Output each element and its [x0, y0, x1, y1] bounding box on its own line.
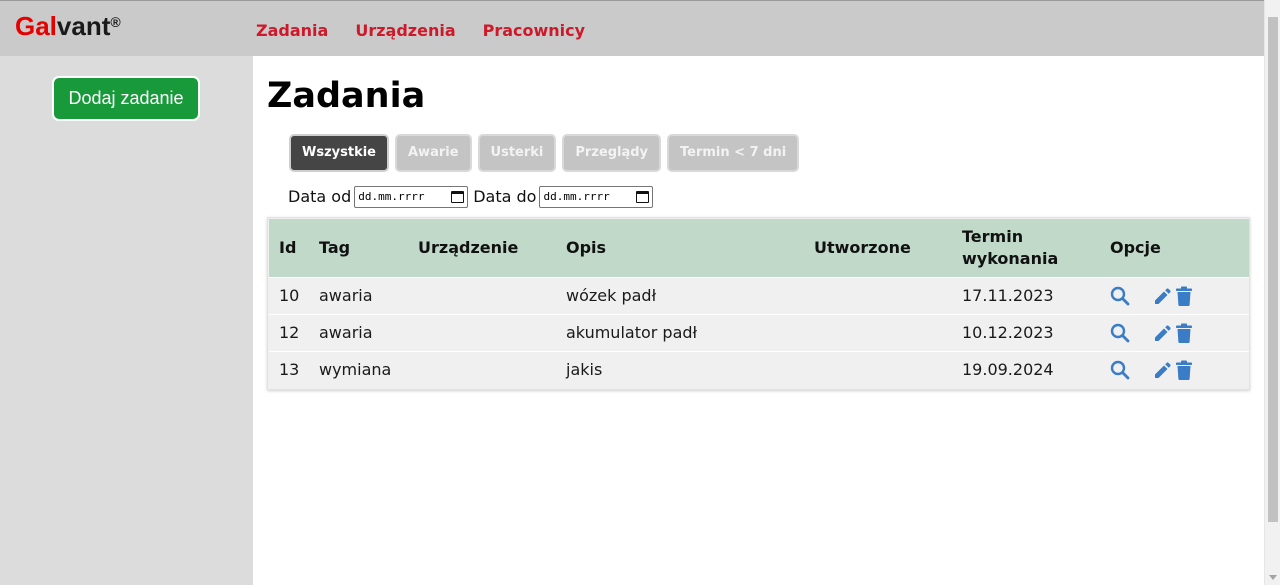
- filter-tabs: Wszystkie Awarie Usterki Przeglądy Termi…: [289, 134, 800, 172]
- add-task-button[interactable]: Dodaj zadanie: [52, 76, 200, 121]
- row-options: [1110, 286, 1249, 306]
- calendar-icon[interactable]: [451, 191, 465, 203]
- page-title: Zadania: [267, 76, 426, 116]
- column-header-created: Utworzone: [814, 237, 911, 257]
- date-to-placeholder: dd.mm.rrrr: [543, 190, 610, 203]
- column-header-deadline: Termin wykonania: [962, 226, 1059, 268]
- cell-description: wózek padł: [566, 285, 657, 305]
- cell-tag: wymiana: [319, 359, 392, 379]
- date-range-filter: Data od dd.mm.rrrr Data do dd.mm.rrrr: [288, 185, 658, 209]
- cell-tag: awaria: [319, 322, 373, 342]
- column-header-options: Opcje: [1110, 237, 1161, 257]
- search-icon[interactable]: [1110, 360, 1130, 380]
- filter-faults-button[interactable]: Usterki: [477, 134, 557, 172]
- filter-failures-button[interactable]: Awarie: [395, 134, 472, 172]
- cell-deadline: 19.09.2024: [962, 359, 1054, 379]
- cell-deadline: 17.11.2023: [962, 285, 1054, 305]
- cell-description: akumulator padł: [566, 322, 698, 342]
- cell-device: [408, 277, 556, 314]
- cell-created: [804, 351, 952, 388]
- trash-icon[interactable]: [1175, 323, 1193, 343]
- filter-deadline-button[interactable]: Termin < 7 dni: [667, 134, 800, 172]
- nav-link-zadania[interactable]: Zadania: [256, 20, 328, 42]
- cell-id: 10: [279, 285, 300, 305]
- scrollbar-thumb[interactable]: [1268, 17, 1278, 522]
- calendar-icon[interactable]: [636, 191, 650, 203]
- cell-deadline: 10.12.2023: [962, 322, 1054, 342]
- cell-tag: awaria: [319, 285, 373, 305]
- edit-icon[interactable]: [1152, 323, 1172, 343]
- vertical-scrollbar[interactable]: [1264, 0, 1280, 585]
- top-bar: Galvant® Zadania Urządzenia Pracownicy: [0, 0, 1264, 56]
- date-from-input[interactable]: dd.mm.rrrr: [354, 186, 469, 208]
- filter-all-button[interactable]: Wszystkie: [289, 134, 389, 172]
- cell-options: [1100, 314, 1249, 351]
- column-header-device: Urządzenie: [418, 237, 519, 257]
- logo-dark-part: vant: [56, 11, 111, 41]
- cell-id: 13: [279, 359, 300, 379]
- date-from-label: Data od: [288, 187, 352, 206]
- scroll-down-arrow-icon[interactable]: [1269, 575, 1277, 580]
- cell-created: [804, 277, 952, 314]
- filter-inspections-button[interactable]: Przeglądy: [562, 134, 662, 172]
- edit-icon[interactable]: [1152, 360, 1172, 380]
- trash-icon[interactable]: [1175, 360, 1193, 380]
- logo: Galvant®: [15, 11, 121, 41]
- date-to-label: Data do: [473, 187, 537, 206]
- cell-device: [408, 351, 556, 388]
- nav-link-pracownicy[interactable]: Pracownicy: [483, 20, 585, 42]
- search-icon[interactable]: [1110, 286, 1130, 306]
- row-options: [1110, 360, 1249, 380]
- edit-icon[interactable]: [1152, 286, 1172, 306]
- cell-created: [804, 314, 952, 351]
- table-header-row: Id Tag Urządzenie Opis Utworzone Termin …: [269, 219, 1249, 277]
- table-row: 10 awaria wózek padł 17.11.2023: [269, 277, 1249, 314]
- logo-red-part: Gal: [15, 11, 57, 41]
- cell-options: [1100, 351, 1249, 388]
- column-header-description: Opis: [566, 237, 607, 257]
- search-icon[interactable]: [1110, 323, 1130, 343]
- table-row: 12 awaria akumulator padł 10.12.2023: [269, 314, 1249, 351]
- app-page: Galvant® Zadania Urządzenia Pracownicy D…: [0, 0, 1280, 585]
- nav-link-urzadzenia[interactable]: Urządzenia: [355, 20, 455, 42]
- column-header-id: Id: [279, 237, 297, 257]
- cell-description: jakis: [566, 359, 603, 379]
- table-row: 13 wymiana jakis 19.09.2024: [269, 351, 1249, 388]
- date-from-placeholder: dd.mm.rrrr: [358, 190, 425, 203]
- tasks-table: Id Tag Urządzenie Opis Utworzone Termin …: [269, 219, 1249, 388]
- cell-options: [1100, 277, 1249, 314]
- cell-device: [408, 314, 556, 351]
- sidebar: Dodaj zadanie: [0, 56, 253, 585]
- registered-mark: ®: [110, 14, 121, 30]
- row-options: [1110, 323, 1249, 343]
- main-nav: Zadania Urządzenia Pracownicy: [256, 20, 585, 42]
- cell-id: 12: [279, 322, 300, 342]
- tasks-table-container: Id Tag Urządzenie Opis Utworzone Termin …: [267, 217, 1250, 390]
- column-header-tag: Tag: [319, 237, 351, 257]
- date-to-input[interactable]: dd.mm.rrrr: [539, 186, 654, 208]
- main-content: Zadania Wszystkie Awarie Usterki Przeglą…: [253, 56, 1264, 585]
- trash-icon[interactable]: [1175, 286, 1193, 306]
